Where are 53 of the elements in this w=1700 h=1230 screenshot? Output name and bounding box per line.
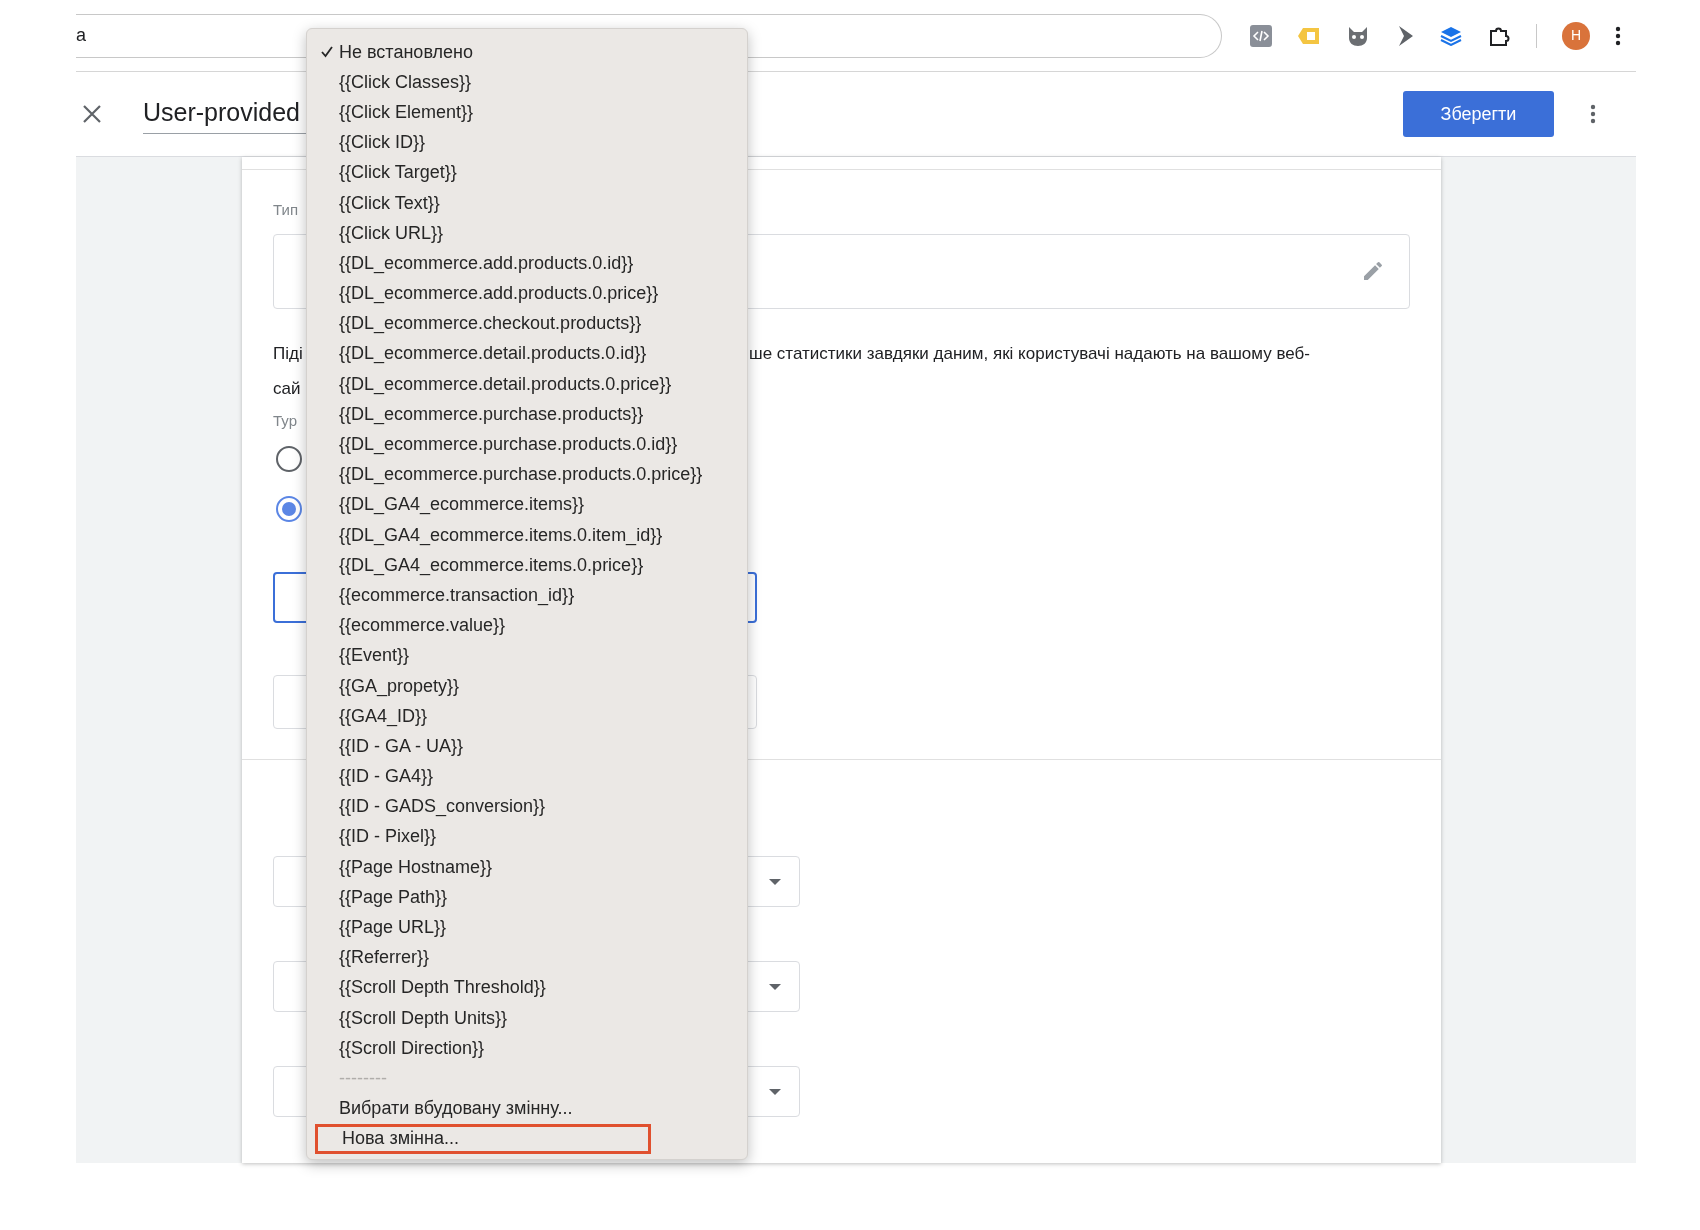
menu-item[interactable]: {{DL_ecommerce.purchase.products.0.price}} [315,459,747,490]
menu-item[interactable]: {{DL_ecommerce.detail.products.0.price}} [315,369,747,400]
cat-icon[interactable] [1346,24,1370,47]
menu-item[interactable]: {{Click URL}} [315,218,747,249]
menu-item[interactable]: {{Page Path}} [315,882,747,913]
caret-icon [769,878,781,885]
menu-item[interactable]: {{ID - GADS_conversion}} [315,791,747,822]
menu-item[interactable]: {{DL_ecommerce.purchase.products}} [315,399,747,430]
menu-item[interactable]: {{Click Text}} [315,187,747,219]
menu-item[interactable]: {{ID - Pixel}} [315,821,747,853]
pencil-icon[interactable] [1361,259,1385,283]
menu-item[interactable]: {{ID - GA4}} [315,761,747,792]
menu-item[interactable]: {{DL_GA4_ecommerce.items}} [315,489,747,520]
menu-item[interactable]: {{GA_propety}} [315,670,747,702]
description-text: Піді [273,342,304,365]
more-icon[interactable] [1615,25,1621,46]
menu-item[interactable]: Нова змінна... [315,1123,651,1154]
menu-item[interactable]: {{DL_ecommerce.add.products.0.id}} [315,248,747,279]
save-button[interactable]: Зберегти [1403,91,1554,137]
menu-item[interactable]: {{DL_ecommerce.add.products.0.price}} [315,278,747,309]
menu-item[interactable]: {{ecommerce.transaction_id}} [315,580,747,611]
menu-item[interactable]: {{DL_ecommerce.detail.products.0.id}} [315,338,747,370]
menu-item[interactable]: {{DL_GA4_ecommerce.items.0.price}} [315,550,747,581]
menu-item[interactable]: {{Referrer}} [315,942,747,973]
caret-icon [769,1088,781,1095]
caret-icon [769,983,781,990]
menu-item[interactable]: {{Click Target}} [315,157,747,188]
menu-item[interactable]: {{Scroll Depth Threshold}} [315,972,747,1003]
close-icon[interactable] [82,104,102,124]
menu-item[interactable]: {{Page URL}} [315,912,747,943]
menu-item[interactable]: Не встановлено [315,37,747,68]
address-text: a [76,24,86,47]
menu-item[interactable]: Вибрати вбудовану змінну... [315,1093,747,1124]
more-icon[interactable] [1590,104,1596,124]
menu-item[interactable]: {{DL_GA4_ecommerce.items.0.item_id}} [315,520,747,551]
menu-item[interactable]: {{Scroll Direction}} [315,1033,747,1064]
menu-item[interactable]: {{DL_ecommerce.checkout.products}} [315,308,747,339]
radio-button[interactable] [276,496,302,522]
layers-icon[interactable] [1440,25,1462,46]
menu-item[interactable]: {{Page Hostname}} [315,852,747,883]
menu-item[interactable]: {{Event}} [315,640,747,671]
menu-item[interactable]: {{ecommerce.value}} [315,610,747,641]
menu-item[interactable]: {{Scroll Depth Units}} [315,1003,747,1034]
code-icon[interactable] [1250,24,1272,47]
description-text: ше статистики завдяки даним, які користувачі надають на вашому веб- [749,342,1310,365]
field-label: Typ [273,410,298,431]
menu-item[interactable]: {{GA4_ID}} [315,701,747,732]
field-label: Тип [273,200,298,220]
menu-item[interactable]: {{DL_ecommerce.purchase.products.0.id}} [315,429,747,460]
menu-item[interactable]: {{ID - GA - UA}} [315,731,747,762]
description-text: сай [273,378,302,400]
menu-separator: -------- [338,1066,388,1090]
radio-button[interactable] [276,446,302,472]
